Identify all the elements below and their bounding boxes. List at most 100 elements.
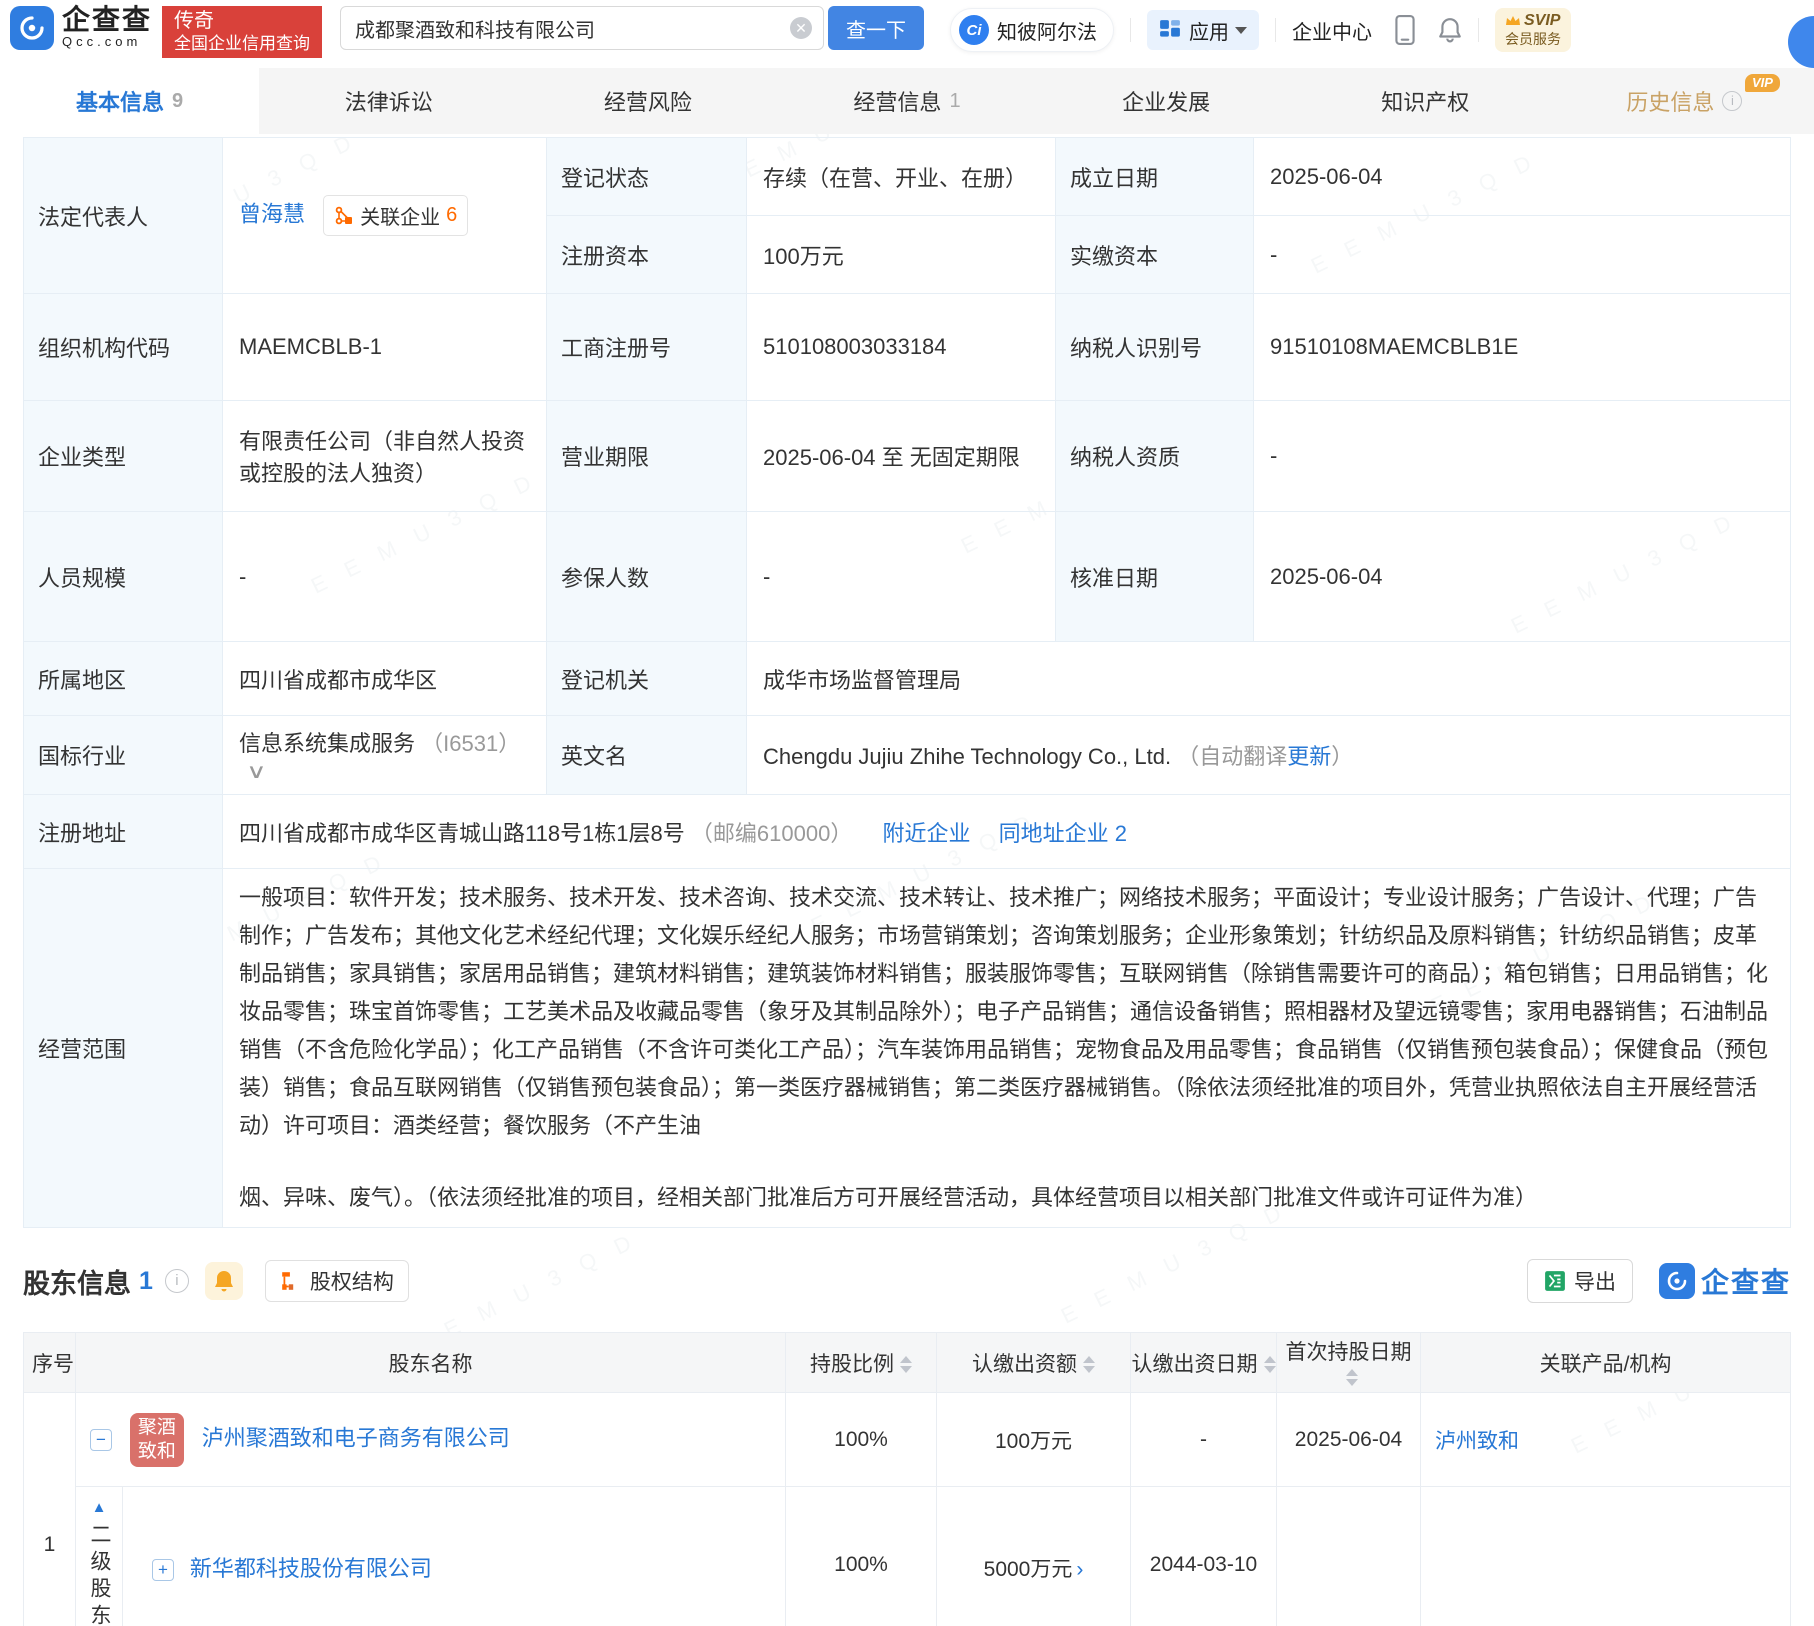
- region-value: 四川省成都市成华区: [222, 641, 547, 716]
- col-ratio[interactable]: 持股比例: [785, 1332, 937, 1393]
- collapse-button[interactable]: −: [90, 1428, 112, 1451]
- tab-history-info[interactable]: 历史信息 i VIP: [1555, 68, 1814, 134]
- taxpayer-qual-value: -: [1253, 400, 1791, 512]
- address-label: 注册地址: [23, 794, 223, 869]
- scope-paragraph-2: 烟、异味、废气）。（依法须经批准的项目，经相关部门批准后方可开展经营活动，具体经…: [239, 1185, 1538, 1210]
- legal-rep-label: 法定代表人: [23, 137, 223, 294]
- zhibi-alpha-button[interactable]: Ci 知彼阿尔法: [950, 8, 1115, 52]
- qcc-logo-icon[interactable]: [10, 6, 54, 50]
- divider: [1130, 18, 1132, 42]
- org-code-label: 组织机构代码: [23, 293, 223, 401]
- logo-title: 企查查: [62, 4, 153, 35]
- equity-structure-button[interactable]: 股权结构: [264, 1260, 409, 1302]
- section-tabbar: 基本信息 9 法律诉讼 经营风险 经营信息 1 企业发展 知识产权 历史信息 i…: [0, 68, 1814, 134]
- col-pay-date[interactable]: 认缴出资日期: [1130, 1332, 1277, 1393]
- export-label: 导出: [1573, 1271, 1616, 1294]
- sub-shareholder-link[interactable]: 新华都科技股份有限公司: [190, 1556, 432, 1581]
- address-value: 四川省成都市成华区青城山路118号1栋1层8号 （邮编610000） 附近企业 …: [222, 794, 1791, 869]
- export-button[interactable]: 导出: [1526, 1259, 1633, 1303]
- tab-intellectual-property[interactable]: 知识产权: [1296, 68, 1555, 134]
- info-icon[interactable]: i: [1722, 91, 1743, 111]
- apps-menu-button[interactable]: 应用: [1147, 10, 1260, 50]
- tab-label: 基本信息: [76, 90, 165, 115]
- amount-detail-link[interactable]: ›: [1076, 1558, 1083, 1581]
- logo-subtitle: Qcc.com: [62, 34, 142, 49]
- search-box: ✕: [340, 6, 825, 50]
- qcc-logo-text[interactable]: 企查查 Qcc.com: [62, 4, 153, 50]
- same-address-companies-link[interactable]: 同地址企业 2: [999, 821, 1127, 846]
- search-input[interactable]: [340, 6, 825, 50]
- legal-rep-cell: 曾海慧 关联企业 6: [222, 137, 547, 294]
- col-related: 关联产品/机构: [1420, 1332, 1791, 1393]
- excel-export-icon: [1545, 1271, 1565, 1291]
- en-name-label: 英文名: [546, 715, 747, 795]
- reg-authority-label: 登记机关: [546, 641, 747, 716]
- tab-legal-litigation[interactable]: 法律诉讼: [259, 68, 518, 134]
- shareholder-avatar: 聚酒 致和: [129, 1412, 184, 1467]
- staff-size-value: -: [222, 511, 547, 642]
- col-first-date[interactable]: 首次持股日期: [1276, 1332, 1421, 1393]
- sub-shareholder-name-cell: ▲ 二级股东 + 新华都科技股份有限公司: [75, 1486, 786, 1626]
- shareholders-title: 股东信息: [23, 1268, 131, 1299]
- scope-paragraph-1: 一般项目：软件开发；技术服务、技术开发、技术咨询、技术交流、技术转让、技术推广；…: [239, 885, 1769, 1138]
- region-label: 所属地区: [23, 641, 223, 716]
- related-companies-label: 关联企业: [360, 207, 441, 229]
- chevron-down-icon[interactable]: ∨: [246, 759, 266, 784]
- enterprise-center-link[interactable]: 企业中心: [1292, 16, 1372, 45]
- tab-operation-risk[interactable]: 经营风险: [518, 68, 777, 134]
- related-cell: [1420, 1486, 1791, 1626]
- equity-structure-label: 股权结构: [309, 1271, 394, 1294]
- sort-icons[interactable]: [1345, 1369, 1358, 1387]
- svip-member-button[interactable]: SVIP 会员服务: [1495, 8, 1572, 52]
- collapse-triangle-icon[interactable]: ▲: [92, 1499, 107, 1517]
- shareholders-table: 序号 股东名称 持股比例 认缴出资额 认缴出资日期 首次持股日期 关联产品/机构…: [23, 1332, 1791, 1626]
- biz-reg-no-value: 510108003033184: [746, 293, 1056, 401]
- info-icon[interactable]: i: [164, 1269, 189, 1293]
- paid-capital-value: -: [1253, 215, 1791, 294]
- reg-status-label: 登记状态: [546, 137, 747, 216]
- biz-term-label: 营业期限: [546, 400, 747, 512]
- col-shareholder-name: 股东名称: [75, 1332, 786, 1393]
- amount-cell: 100万元: [936, 1392, 1131, 1487]
- staff-size-label: 人员规模: [23, 511, 223, 642]
- sort-icons[interactable]: [900, 1356, 912, 1374]
- expand-button[interactable]: +: [152, 1559, 174, 1582]
- org-code-value: MAEMCBLB-1: [222, 293, 547, 401]
- tab-company-development[interactable]: 企业发展: [1037, 68, 1296, 134]
- qcc-swirl-icon: [20, 16, 44, 40]
- mobile-app-button[interactable]: [1394, 15, 1416, 45]
- shareholder-link[interactable]: 泸州聚酒致和电子商务有限公司: [202, 1425, 510, 1450]
- biz-reg-no-label: 工商注册号: [546, 293, 747, 401]
- legal-rep-link[interactable]: 曾海慧: [239, 201, 305, 226]
- shareholder-name-cell: − 聚酒 致和 泸州聚酒致和电子商务有限公司: [75, 1392, 786, 1487]
- col-amount[interactable]: 认缴出资额: [936, 1332, 1131, 1393]
- tab-operation-info[interactable]: 经营信息 1: [777, 68, 1036, 134]
- industry-label: 国标行业: [23, 715, 223, 795]
- ratio-cell: 100%: [785, 1486, 937, 1626]
- taxpayer-qual-label: 纳税人资质: [1055, 400, 1254, 512]
- industry-value: 信息系统集成服务 （I6531） ∨: [222, 715, 547, 795]
- search-button[interactable]: 查一下: [828, 6, 925, 50]
- vip-badge: VIP: [1745, 74, 1780, 92]
- sort-icons[interactable]: [1083, 1356, 1095, 1374]
- amount-cell: 5000万元 ›: [936, 1486, 1131, 1626]
- taxpayer-id-label: 纳税人识别号: [1055, 293, 1254, 401]
- tab-basic-info[interactable]: 基本信息 9: [0, 68, 260, 134]
- sort-icons[interactable]: [1263, 1356, 1276, 1374]
- related-companies-chip[interactable]: 关联企业 6: [323, 195, 469, 236]
- industry-code: （I6531）: [421, 731, 521, 756]
- seq-cell: 1: [23, 1392, 76, 1626]
- translate-update-link[interactable]: 更新: [1287, 744, 1331, 769]
- svip-label: SVIP: [1524, 12, 1561, 29]
- related-product-link[interactable]: 泸州致和: [1435, 1430, 1519, 1453]
- clear-search-icon[interactable]: ✕: [790, 17, 813, 39]
- nearby-companies-link[interactable]: 附近企业: [882, 821, 970, 846]
- badge-line1: 传奇: [174, 10, 215, 32]
- zhibi-alpha-label: 知彼阿尔法: [997, 21, 1098, 44]
- notifications-button[interactable]: [1438, 17, 1462, 43]
- shareholders-count: 1: [139, 1266, 153, 1295]
- business-scope-value: 一般项目：软件开发；技术服务、技术开发、技术咨询、技术交流、技术转让、技术推广；…: [222, 868, 1791, 1228]
- insured-label: 参保人数: [546, 511, 747, 642]
- first-date-cell: 2025-06-04: [1276, 1392, 1421, 1487]
- monitor-bell-button[interactable]: [204, 1262, 243, 1300]
